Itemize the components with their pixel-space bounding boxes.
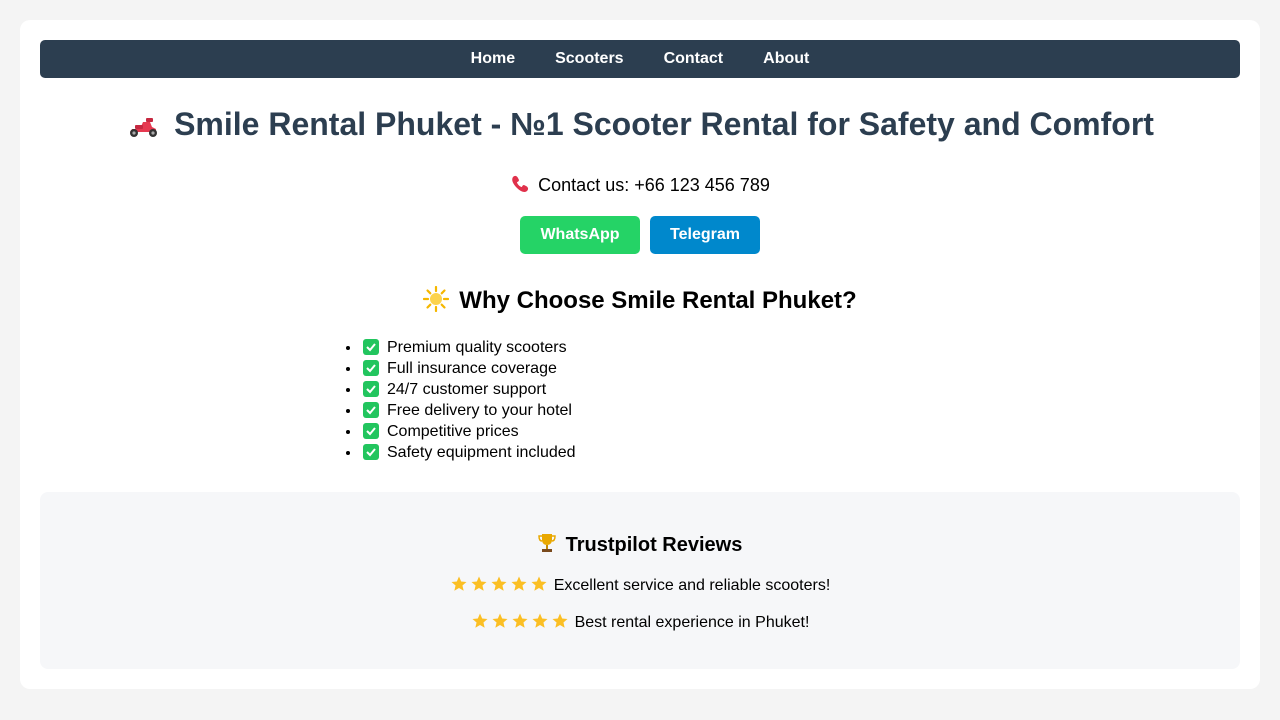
contact-text: Contact us: +66 123 456 789 [538, 175, 770, 195]
list-item: Safety equipment included [361, 442, 576, 463]
check-icon [363, 381, 379, 397]
why-heading: Why Choose Smile Rental Phuket? [20, 285, 1260, 320]
feature-text: Competitive prices [387, 423, 519, 440]
feature-text: Free delivery to your hotel [387, 402, 572, 419]
list-item: 24/7 customer support [361, 379, 576, 400]
star-icon [490, 575, 508, 600]
contact-line: Contact us: +66 123 456 789 [20, 174, 1260, 199]
star-icon [450, 575, 468, 600]
scooter-icon [126, 108, 160, 148]
why-heading-text: Why Choose Smile Rental Phuket? [459, 287, 857, 314]
main-card: Home Scooters Contact About Smile Rental… [20, 20, 1260, 689]
star-icon [471, 612, 489, 637]
review-text: Excellent service and reliable scooters! [553, 577, 831, 594]
check-icon [363, 360, 379, 376]
star-icon [530, 575, 548, 600]
page-title-text: Smile Rental Phuket - №1 Scooter Rental … [174, 106, 1154, 142]
list-item: Competitive prices [361, 421, 576, 442]
features-list: Premium quality scooters Full insurance … [343, 337, 576, 463]
check-icon [363, 402, 379, 418]
star-rating [450, 575, 550, 600]
page-title: Smile Rental Phuket - №1 Scooter Rental … [20, 104, 1260, 148]
review-item: Best rental experience in Phuket! [40, 612, 1240, 637]
nav-contact-link[interactable]: Contact [664, 50, 724, 68]
trophy-icon [537, 533, 556, 559]
reviews-heading: Trustpilot Reviews [40, 533, 1240, 559]
review-text: Best rental experience in Phuket! [574, 614, 810, 631]
list-item: Full insurance coverage [361, 358, 576, 379]
phone-icon [510, 174, 530, 199]
sun-icon [423, 285, 450, 320]
check-icon [363, 444, 379, 460]
star-icon [491, 612, 509, 637]
star-icon [510, 575, 528, 600]
messenger-buttons: WhatsApp Telegram [20, 216, 1260, 254]
whatsapp-button[interactable]: WhatsApp [520, 216, 640, 254]
star-icon [551, 612, 569, 637]
check-icon [363, 339, 379, 355]
list-item: Free delivery to your hotel [361, 400, 576, 421]
check-icon [363, 423, 379, 439]
list-item: Premium quality scooters [361, 337, 576, 358]
nav-scooters-link[interactable]: Scooters [555, 50, 623, 68]
feature-text: Premium quality scooters [387, 339, 567, 356]
feature-text: Full insurance coverage [387, 360, 557, 377]
feature-text: Safety equipment included [387, 444, 576, 461]
review-item: Excellent service and reliable scooters! [40, 575, 1240, 600]
nav-about-link[interactable]: About [763, 50, 809, 68]
star-icon [531, 612, 549, 637]
feature-text: 24/7 customer support [387, 381, 547, 398]
top-navbar: Home Scooters Contact About [40, 40, 1240, 78]
reviews-section: Trustpilot Reviews Excellent service and… [40, 492, 1240, 669]
star-rating [471, 612, 571, 637]
star-icon [470, 575, 488, 600]
reviews-heading-text: Trustpilot Reviews [565, 534, 743, 556]
star-icon [511, 612, 529, 637]
nav-home-link[interactable]: Home [471, 50, 515, 68]
telegram-button[interactable]: Telegram [650, 216, 760, 254]
